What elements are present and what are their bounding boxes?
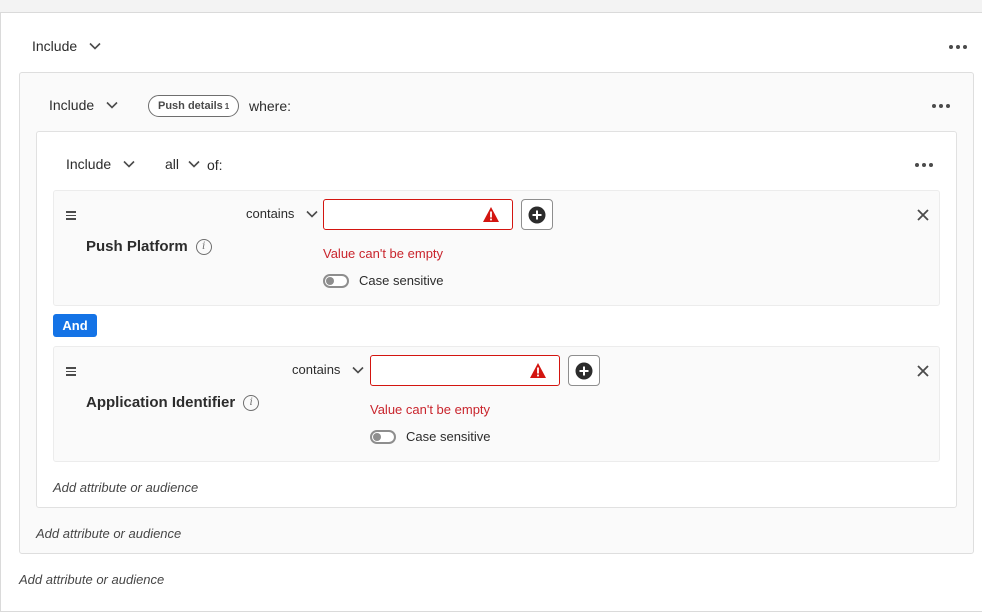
quantifier-dropdown[interactable]: all (165, 156, 200, 172)
chevron-down-icon (123, 160, 135, 168)
case-sensitive-label: Case sensitive (359, 273, 444, 288)
operator-dropdown[interactable]: contains (246, 206, 318, 221)
operator-label: contains (292, 362, 341, 377)
chevron-down-icon (306, 210, 318, 218)
case-sensitive-toggle[interactable]: Case sensitive (323, 273, 444, 288)
info-icon[interactable]: i (195, 238, 212, 255)
chevron-down-icon (352, 366, 364, 374)
close-icon[interactable] (917, 209, 929, 221)
toggle-switch[interactable] (323, 273, 349, 288)
rule-attribute: Application Identifier i (86, 394, 260, 411)
push-more-icon[interactable] (932, 104, 950, 108)
add-circle-icon (528, 206, 546, 223)
error-message: Value can't be empty (370, 402, 491, 417)
case-sensitive-label: Case sensitive (406, 429, 491, 444)
chevron-down-icon (89, 42, 101, 50)
top-more-icon[interactable] (949, 45, 967, 49)
add-attribute-link-top[interactable]: Add attribute or audience (19, 572, 164, 587)
rule-attribute: Push Platform i (86, 238, 212, 255)
quantifier-label: all (165, 156, 180, 172)
close-icon[interactable] (917, 365, 929, 377)
attribute-name: Application Identifier (86, 394, 236, 411)
inner-include-dropdown[interactable]: Include (66, 156, 135, 172)
pill-label: Push details (158, 100, 223, 112)
top-include-dropdown[interactable]: Include (32, 38, 101, 54)
operator-label: contains (246, 206, 295, 221)
push-details-pill[interactable]: Push details 1 (148, 95, 240, 117)
and-label: And (62, 318, 88, 333)
attribute-name: Push Platform (86, 238, 188, 255)
toggle-switch[interactable] (370, 429, 396, 444)
alert-icon (483, 207, 499, 222)
pill-count: 1 (224, 101, 230, 111)
inner-include-label: Include (66, 156, 112, 172)
alert-icon (530, 363, 546, 378)
value-input[interactable] (323, 199, 513, 230)
add-attribute-link-inner[interactable]: Add attribute or audience (53, 480, 198, 495)
value-input[interactable] (370, 355, 560, 386)
where-label: where: (249, 98, 292, 114)
chevron-down-icon (188, 160, 200, 168)
info-icon[interactable]: i (243, 394, 260, 411)
add-value-button[interactable] (568, 355, 600, 386)
case-sensitive-toggle[interactable]: Case sensitive (370, 429, 491, 444)
add-attribute-link-push-group[interactable]: Add attribute or audience (36, 526, 181, 541)
and-button[interactable]: And (53, 314, 97, 337)
of-label: of: (207, 157, 223, 173)
error-message: Value can't be empty (323, 246, 444, 261)
add-circle-icon (575, 362, 593, 379)
chevron-down-icon (106, 101, 118, 109)
push-include-label: Include (49, 97, 95, 113)
push-include-dropdown[interactable]: Include (49, 97, 118, 113)
operator-dropdown[interactable]: contains (292, 362, 364, 377)
drag-handle-icon[interactable] (66, 367, 76, 376)
add-value-button[interactable] (521, 199, 553, 230)
top-include-label: Include (32, 38, 78, 54)
inner-more-icon[interactable] (915, 163, 933, 167)
drag-handle-icon[interactable] (66, 211, 76, 220)
